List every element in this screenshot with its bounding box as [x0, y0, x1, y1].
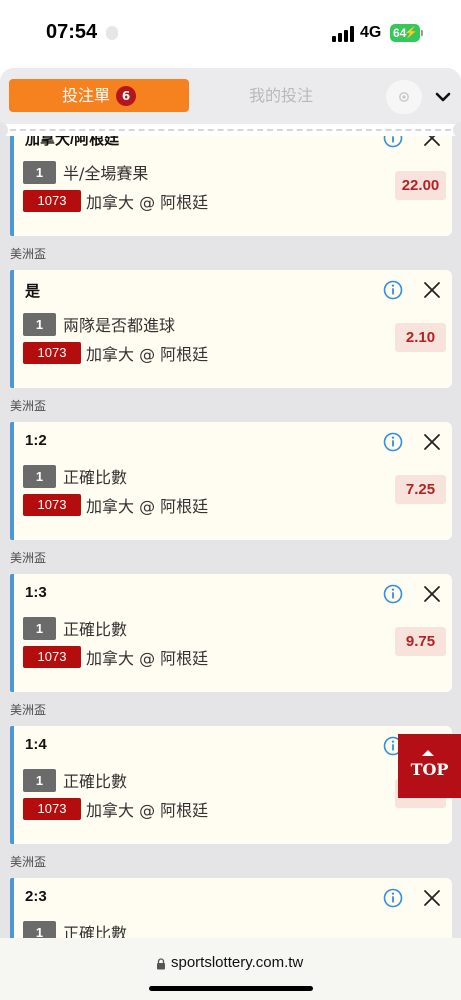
- bet-market-row: 1 正確比數: [23, 768, 127, 792]
- bet-group: 美洲盃1:41正確比數1073加拿大 @ 阿根廷18.00: [0, 692, 461, 844]
- odds-value: 22.00: [395, 171, 446, 200]
- league-label: 美洲盃: [10, 551, 47, 565]
- bet-number-box: 1: [23, 616, 56, 640]
- bet-slip-header: 投注單 6 我的投注: [0, 68, 461, 124]
- bet-market-row: 1 正確比數: [23, 616, 127, 640]
- match-code: 1073: [23, 646, 81, 668]
- bet-slip-sheet: 投注單 6 我的投注 加拿大/阿根廷 1 半/全場賽果 1073 加拿大 @ 阿根廷 22.…: [0, 68, 461, 938]
- bet-group: 加拿大/阿根廷 1 半/全場賽果 1073 加拿大 @ 阿根廷 22.00: [0, 136, 461, 236]
- bet-match-row: 1073 加拿大 @ 阿根廷: [23, 341, 208, 365]
- bet-selection: 1:4: [25, 736, 47, 753]
- bet-selection: 1:2: [25, 432, 47, 449]
- collapse-button[interactable]: [430, 84, 456, 110]
- league-label: 美洲盃: [10, 855, 47, 869]
- league-label: 美洲盃: [10, 703, 47, 717]
- bet-selection: 是: [25, 283, 41, 300]
- bet-market: 正確比數: [63, 924, 128, 938]
- close-icon[interactable]: [419, 136, 445, 151]
- bet-market-row: 1 兩隊是否都進球: [23, 312, 175, 336]
- bet-card[interactable]: 1:41正確比數1073加拿大 @ 阿根廷18.00: [10, 726, 452, 844]
- bet-match-row: 1073 加拿大 @ 阿根廷: [23, 645, 208, 669]
- match-name: 加拿大 @ 阿根廷: [86, 345, 209, 364]
- info-icon[interactable]: [380, 136, 406, 151]
- status-indicator-blur: [106, 26, 118, 40]
- bet-card[interactable]: 是 1 兩隊是否都進球 1073 加拿大 @ 阿根廷 2.10: [10, 270, 452, 388]
- bet-card[interactable]: 1:3 1 正確比數 1073 加拿大 @ 阿根廷 9.75: [10, 574, 452, 692]
- settings-button[interactable]: [386, 80, 422, 114]
- bet-card[interactable]: 1:2 1 正確比數 1073 加拿大 @ 阿根廷 7.25: [10, 422, 452, 540]
- match-code: 1073: [23, 190, 81, 212]
- browser-address-bar[interactable]: sportslottery.com.tw: [0, 938, 461, 1000]
- status-bar: 07:54 4G 64 ⚡: [0, 0, 461, 68]
- bet-market: 兩隊是否都進球: [63, 316, 176, 335]
- battery-nub: [421, 30, 423, 36]
- bet-card[interactable]: 2:31正確比數1073加拿大 @ 阿根廷: [10, 878, 452, 938]
- info-icon[interactable]: [380, 429, 406, 455]
- chevron-down-icon: [435, 92, 451, 102]
- scroll-top-button[interactable]: TOP: [398, 734, 461, 798]
- lock-icon: [157, 958, 165, 970]
- info-icon[interactable]: [380, 581, 406, 607]
- tab-my-bets[interactable]: 我的投注: [200, 79, 362, 112]
- bet-group: 美洲盃 1:2 1 正確比數 1073 加拿大 @ 阿根廷 7.25: [0, 388, 461, 540]
- bet-market: 正確比數: [63, 468, 128, 487]
- bet-number-box: 1: [23, 464, 56, 488]
- bet-market-row: 1 正確比數: [23, 920, 127, 938]
- tab-bet-slip-label: 投注單: [61, 86, 110, 105]
- bet-group: 美洲盃是 1 兩隊是否都進球 1073 加拿大 @ 阿根廷 2.10: [0, 236, 461, 388]
- close-icon[interactable]: [419, 581, 445, 607]
- bet-market: 正確比數: [63, 620, 128, 639]
- bet-market: 正確比數: [63, 772, 128, 791]
- bet-match-row: 1073 加拿大 @ 阿根廷: [23, 493, 208, 517]
- close-icon[interactable]: [419, 277, 445, 303]
- cellular-signal-icon: [332, 26, 354, 42]
- bet-market-row: 1 半/全場賽果: [23, 160, 148, 184]
- home-indicator[interactable]: [149, 986, 313, 991]
- match-code: 1073: [23, 798, 81, 820]
- match-code: 1073: [23, 342, 81, 364]
- bet-number-box: 1: [23, 768, 56, 792]
- bet-match-row: 1073 加拿大 @ 阿根廷: [23, 797, 208, 821]
- gear-icon: [399, 92, 409, 102]
- bet-card[interactable]: 加拿大/阿根廷 1 半/全場賽果 1073 加拿大 @ 阿根廷 22.00: [10, 136, 452, 236]
- close-icon[interactable]: [419, 429, 445, 455]
- bet-selection: 1:3: [25, 584, 47, 601]
- ticket-perforation: [0, 122, 461, 138]
- bet-list-items: 加拿大/阿根廷 1 半/全場賽果 1073 加拿大 @ 阿根廷 22.00 美洲盃是 1 兩隊是…: [0, 136, 461, 938]
- odds-value: 2.10: [395, 323, 446, 352]
- match-name: 加拿大 @ 阿根廷: [86, 649, 209, 668]
- match-name: 加拿大 @ 阿根廷: [86, 193, 209, 212]
- bet-match-row: 1073 加拿大 @ 阿根廷: [23, 189, 208, 213]
- bet-number-box: 1: [23, 312, 56, 336]
- bet-market-row: 1 正確比數: [23, 464, 127, 488]
- match-name: 加拿大 @ 阿根廷: [86, 497, 209, 516]
- odds-value: 9.75: [395, 627, 446, 656]
- close-icon[interactable]: [419, 885, 445, 911]
- bet-number-box: 1: [23, 920, 56, 938]
- url-text: sportslottery.com.tw: [171, 954, 304, 971]
- bet-count-badge: 6: [116, 86, 136, 106]
- odds-value: 7.25: [395, 475, 446, 504]
- battery-icon: 64 ⚡: [390, 24, 420, 42]
- bet-group: 美洲盃2:31正確比數1073加拿大 @ 阿根廷: [0, 844, 461, 938]
- league-label: 美洲盃: [10, 247, 47, 261]
- network-type: 4G: [360, 24, 382, 41]
- status-time: 07:54: [46, 21, 98, 43]
- scroll-top-label: TOP: [410, 760, 449, 779]
- bet-group: 美洲盃 1:3 1 正確比數 1073 加拿大 @ 阿根廷 9.75: [0, 540, 461, 692]
- bet-selection: 2:3: [25, 888, 47, 905]
- tab-bet-slip[interactable]: 投注單 6: [9, 79, 189, 112]
- bet-number-box: 1: [23, 160, 56, 184]
- info-icon[interactable]: [380, 277, 406, 303]
- bet-market: 半/全場賽果: [63, 164, 149, 183]
- arrow-up-icon: [422, 750, 434, 756]
- match-name: 加拿大 @ 阿根廷: [86, 801, 209, 820]
- league-label: 美洲盃: [10, 399, 47, 413]
- bet-list[interactable]: 加拿大/阿根廷 1 半/全場賽果 1073 加拿大 @ 阿根廷 22.00 美洲盃是 1 兩隊是…: [0, 136, 461, 938]
- match-code: 1073: [23, 494, 81, 516]
- charging-bolt-icon: ⚡: [404, 27, 418, 39]
- info-icon[interactable]: [380, 885, 406, 911]
- bet-selection: 加拿大/阿根廷: [25, 136, 120, 148]
